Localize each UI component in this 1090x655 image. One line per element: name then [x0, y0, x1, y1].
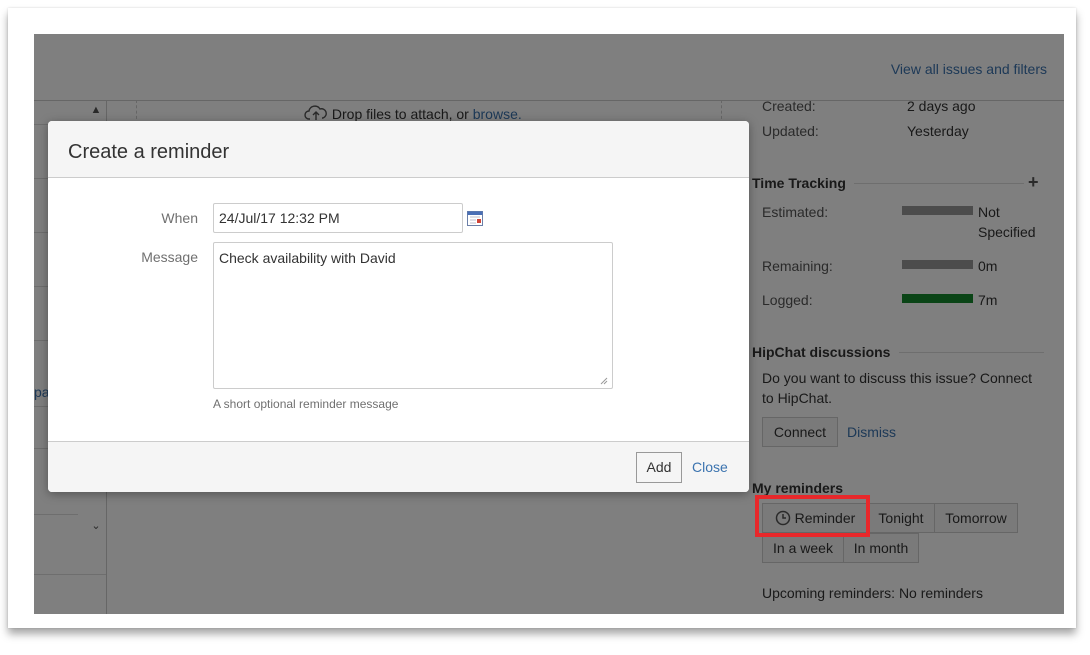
- dialog-title: Create a reminder: [68, 141, 230, 163]
- when-input[interactable]: [213, 203, 463, 233]
- message-textarea[interactable]: Check availability with David: [213, 242, 613, 389]
- message-label: Message: [141, 249, 198, 265]
- dialog-footer: Add Close: [48, 441, 749, 492]
- message-hint: A short optional reminder message: [213, 397, 399, 411]
- jira-issue-page: View all issues and filters ▲ pa ⌄ Drop …: [34, 34, 1064, 614]
- when-label: When: [161, 210, 198, 226]
- dialog-header: Create a reminder: [48, 121, 749, 178]
- calendar-icon[interactable]: [466, 209, 484, 227]
- close-link[interactable]: Close: [692, 459, 728, 475]
- highlight-box: [755, 495, 870, 537]
- create-reminder-dialog: Create a reminder When Message Check ava…: [48, 121, 749, 492]
- resize-handle-icon[interactable]: [598, 375, 608, 385]
- add-button[interactable]: Add: [636, 452, 682, 483]
- screenshot-frame: View all issues and filters ▲ pa ⌄ Drop …: [8, 8, 1076, 628]
